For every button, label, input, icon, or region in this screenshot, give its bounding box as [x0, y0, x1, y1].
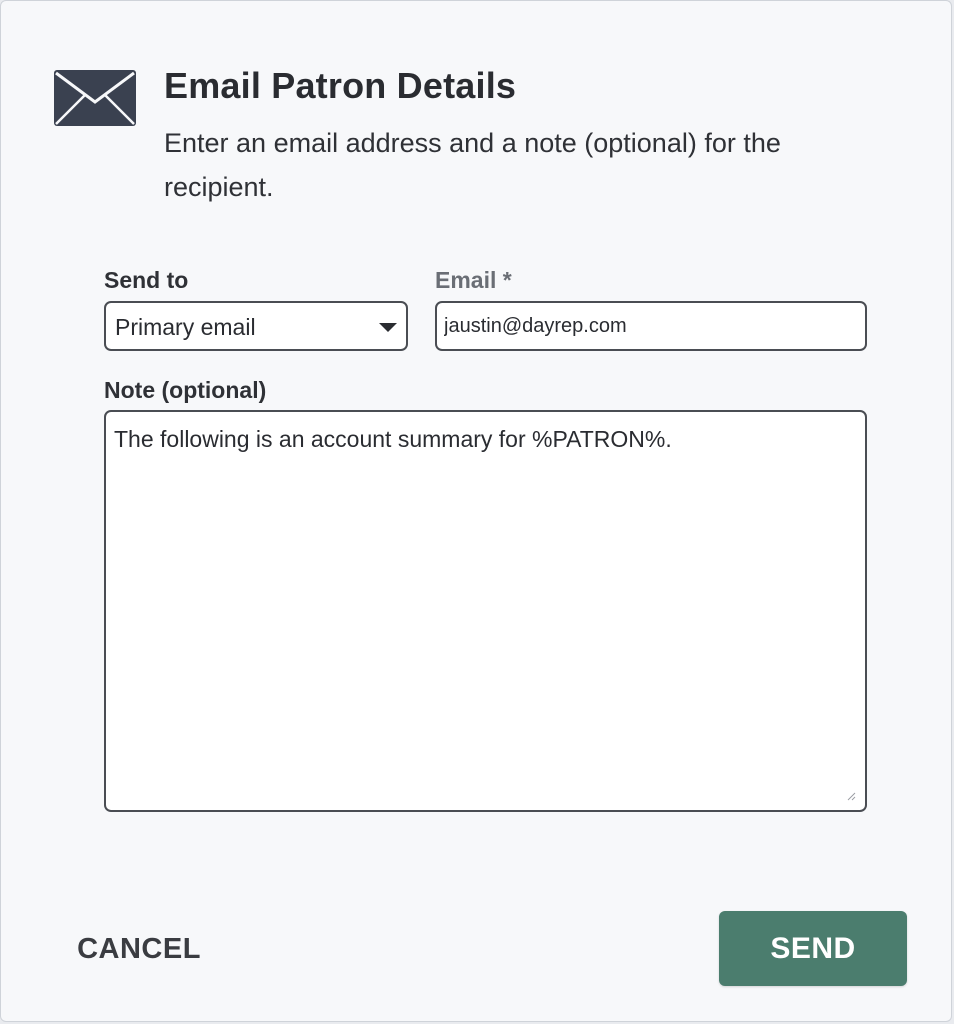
resize-grip-icon[interactable]: [846, 791, 856, 801]
send-to-label: Send to: [104, 267, 189, 293]
note-textarea[interactable]: The following is an account summary for …: [104, 410, 867, 812]
email-input[interactable]: [435, 301, 867, 351]
send-to-select[interactable]: Primary email: [104, 301, 408, 351]
dialog-subtitle: Enter an email address and a note (optio…: [164, 128, 781, 202]
envelope-icon: [54, 70, 136, 126]
cancel-button[interactable]: CANCEL: [59, 919, 219, 979]
dialog-title: Email Patron Details: [164, 65, 517, 106]
email-label: Email *: [435, 267, 512, 293]
send-to-selected-value: Primary email: [115, 314, 256, 340]
note-label: Note (optional): [104, 377, 267, 403]
send-button[interactable]: SEND: [719, 911, 907, 986]
email-patron-dialog: Email Patron Details Enter an email addr…: [0, 0, 952, 1022]
caret-down-icon: [379, 323, 397, 332]
